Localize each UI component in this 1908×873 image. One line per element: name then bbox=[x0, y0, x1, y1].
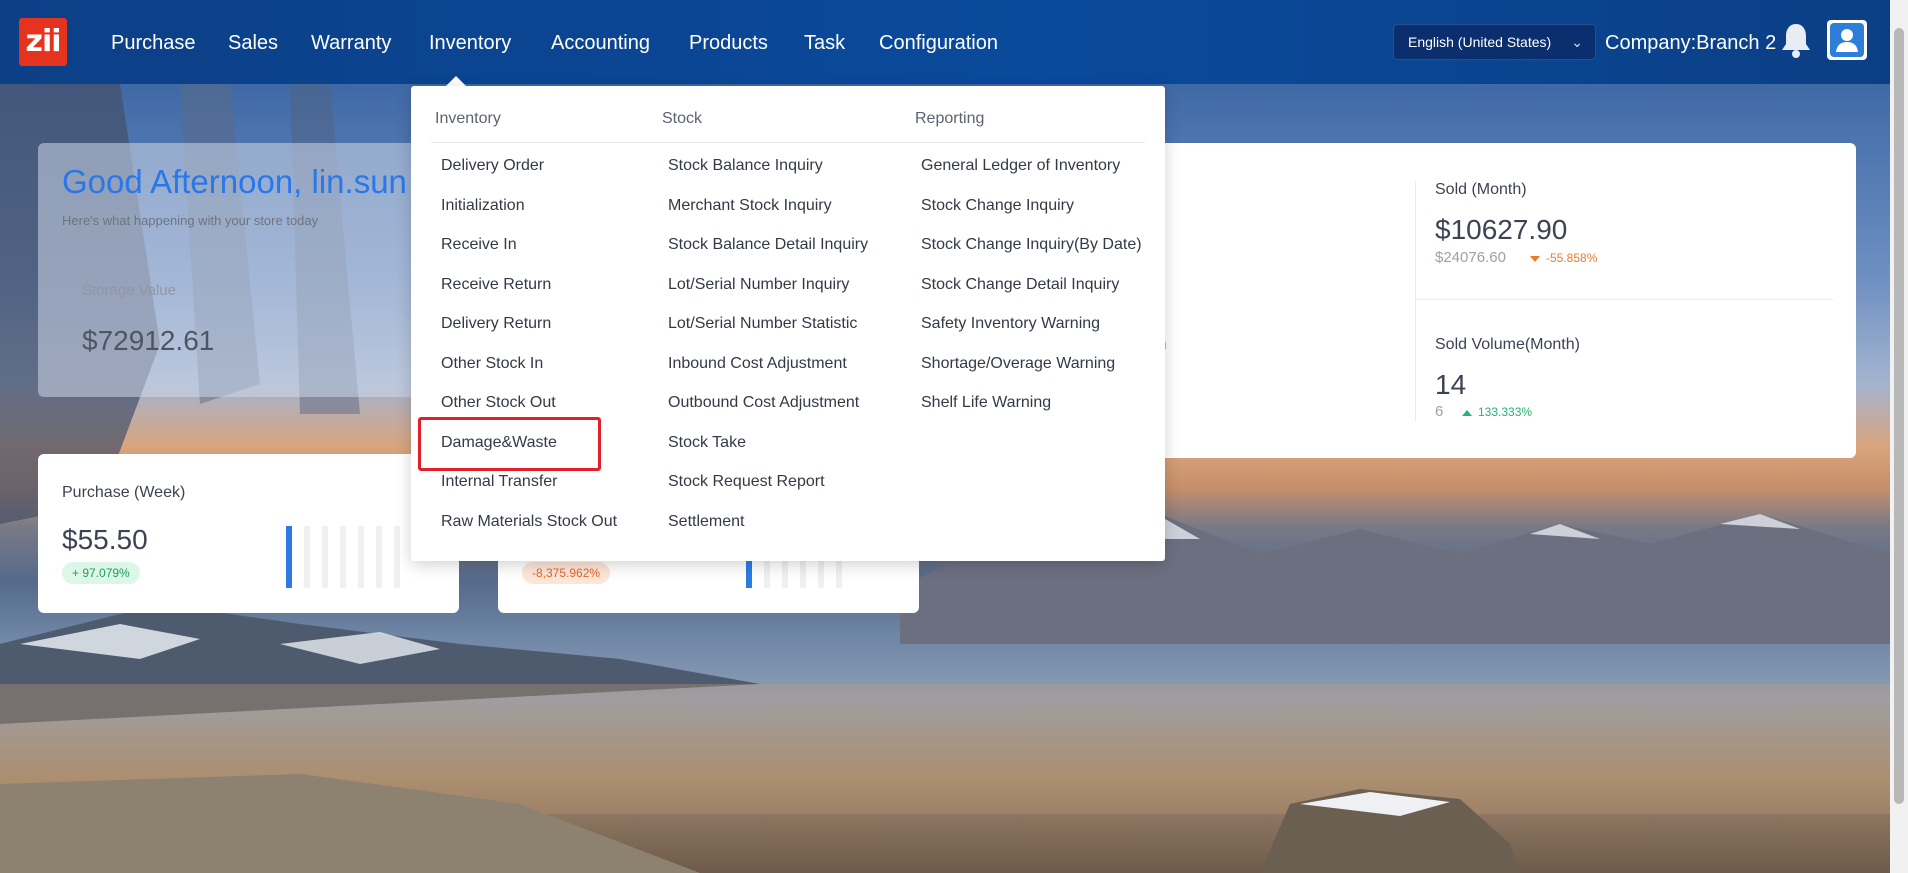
menu-item-stock-take[interactable]: Stock Take bbox=[668, 433, 746, 453]
nav-item-purchase[interactable]: Purchase bbox=[111, 30, 196, 56]
selection-highlight-box bbox=[418, 417, 601, 471]
sold-volume-previous: 6 bbox=[1435, 403, 1444, 420]
language-select-value: English (United States) bbox=[1408, 34, 1552, 50]
column-header-reporting: Reporting bbox=[915, 110, 985, 127]
user-avatar[interactable] bbox=[1827, 20, 1867, 60]
menu-item-stock-change-inquiry[interactable]: Stock Change Inquiry bbox=[921, 196, 1074, 216]
trend-down-icon bbox=[1530, 255, 1540, 262]
menu-item-stock-change-detail-inquiry[interactable]: Stock Change Detail Inquiry bbox=[921, 275, 1119, 295]
menu-item-stock-change-inquiry-by-date[interactable]: Stock Change Inquiry(By Date) bbox=[921, 235, 1142, 255]
menu-item-internal-transfer[interactable]: Internal Transfer bbox=[441, 472, 558, 492]
menu-item-other-stock-out[interactable]: Other Stock Out bbox=[441, 393, 556, 413]
column-header-stock: Stock bbox=[662, 110, 703, 127]
language-select[interactable]: English (United States) ⌄ bbox=[1393, 24, 1596, 60]
storage-value-amount: $72912.61 bbox=[82, 325, 215, 356]
purchase-week-title: Purchase (Week) bbox=[62, 484, 186, 501]
menu-item-other-stock-in[interactable]: Other Stock In bbox=[441, 354, 543, 374]
nav-item-accounting[interactable]: Accounting bbox=[551, 30, 650, 56]
sold-month-previous: $24076.60 bbox=[1435, 249, 1506, 266]
menu-item-raw-materials-stock-out[interactable]: Raw Materials Stock Out bbox=[441, 512, 617, 532]
menu-divider bbox=[431, 142, 1145, 143]
menu-item-lot-serial-number-statistic[interactable]: Lot/Serial Number Statistic bbox=[668, 314, 857, 334]
sales-stats-card: th Sold (Month) $10627.90 $24076.60 -55.… bbox=[1150, 143, 1856, 458]
menu-item-merchant-stock-inquiry[interactable]: Merchant Stock Inquiry bbox=[668, 196, 832, 216]
top-navigation-bar: zii Purchase Sales Warranty Inventory Ac… bbox=[0, 0, 1890, 84]
menu-item-safety-inventory-warning[interactable]: Safety Inventory Warning bbox=[921, 314, 1100, 334]
menu-item-receive-return[interactable]: Receive Return bbox=[441, 275, 551, 295]
sold-month-title: Sold (Month) bbox=[1435, 181, 1527, 198]
greeting-subtitle: Here's what happening with your store to… bbox=[62, 213, 319, 228]
menu-item-delivery-return[interactable]: Delivery Return bbox=[441, 314, 551, 334]
page-scrollbar[interactable] bbox=[1890, 0, 1908, 873]
sold-volume-change: 133.333% bbox=[1462, 405, 1532, 419]
menu-item-shortage-overage-warning[interactable]: Shortage/Overage Warning bbox=[921, 354, 1115, 374]
menu-item-lot-serial-number-inquiry[interactable]: Lot/Serial Number Inquiry bbox=[668, 275, 849, 295]
purchase-week-value: $55.50 bbox=[62, 524, 148, 555]
menu-item-initialization[interactable]: Initialization bbox=[441, 196, 525, 216]
menu-item-stock-request-report[interactable]: Stock Request Report bbox=[668, 472, 825, 492]
sold-month-change: -55.858% bbox=[1530, 251, 1597, 265]
menu-item-stock-balance-inquiry[interactable]: Stock Balance Inquiry bbox=[668, 156, 823, 176]
menu-item-stock-balance-detail-inquiry[interactable]: Stock Balance Detail Inquiry bbox=[668, 235, 868, 255]
greeting-heading: Good Afternoon, lin.sun bbox=[62, 163, 407, 200]
menu-item-shelf-life-warning[interactable]: Shelf Life Warning bbox=[921, 393, 1051, 413]
menu-item-inbound-cost-adjustment[interactable]: Inbound Cost Adjustment bbox=[668, 354, 847, 374]
menu-item-outbound-cost-adjustment[interactable]: Outbound Cost Adjustment bbox=[668, 393, 859, 413]
menu-item-general-ledger-of-inventory[interactable]: General Ledger of Inventory bbox=[921, 156, 1120, 176]
nav-item-sales[interactable]: Sales bbox=[228, 30, 278, 56]
zii-logo[interactable]: zii bbox=[19, 18, 67, 66]
second-week-change-badge: -8,375.962% bbox=[522, 562, 611, 584]
trend-up-icon bbox=[1462, 409, 1472, 416]
scrollbar-thumb[interactable] bbox=[1894, 28, 1904, 804]
menu-item-settlement[interactable]: Settlement bbox=[668, 512, 744, 532]
nav-item-warranty[interactable]: Warranty bbox=[311, 30, 391, 56]
notification-bell-icon[interactable] bbox=[1776, 20, 1816, 60]
chevron-down-icon: ⌄ bbox=[1571, 34, 1583, 50]
nav-item-products[interactable]: Products bbox=[689, 30, 768, 56]
sold-month-value: $10627.90 bbox=[1435, 214, 1568, 245]
company-label[interactable]: Company:Branch 2 bbox=[1605, 30, 1776, 56]
purchase-week-change-badge: + 97.079% bbox=[62, 562, 140, 584]
menu-item-receive-in[interactable]: Receive In bbox=[441, 235, 517, 255]
user-icon bbox=[1836, 29, 1858, 52]
menu-item-delivery-order[interactable]: Delivery Order bbox=[441, 156, 544, 176]
nav-item-inventory[interactable]: Inventory bbox=[429, 30, 511, 56]
divider bbox=[1415, 299, 1833, 300]
inventory-mega-menu: Inventory Stock Reporting Delivery Order… bbox=[411, 86, 1165, 561]
divider bbox=[1415, 181, 1416, 421]
sold-volume-title: Sold Volume(Month) bbox=[1435, 336, 1580, 353]
dropdown-caret-icon bbox=[446, 76, 466, 86]
nav-item-configuration[interactable]: Configuration bbox=[879, 30, 998, 56]
sold-volume-value: 14 bbox=[1435, 369, 1467, 400]
storage-value-label: Storage Value bbox=[82, 282, 176, 299]
column-header-inventory: Inventory bbox=[435, 110, 501, 127]
nav-item-task[interactable]: Task bbox=[804, 30, 845, 56]
purchase-week-card: Purchase (Week) $55.50 + 97.079% bbox=[38, 454, 459, 613]
purchase-week-bar-chart bbox=[286, 526, 426, 588]
